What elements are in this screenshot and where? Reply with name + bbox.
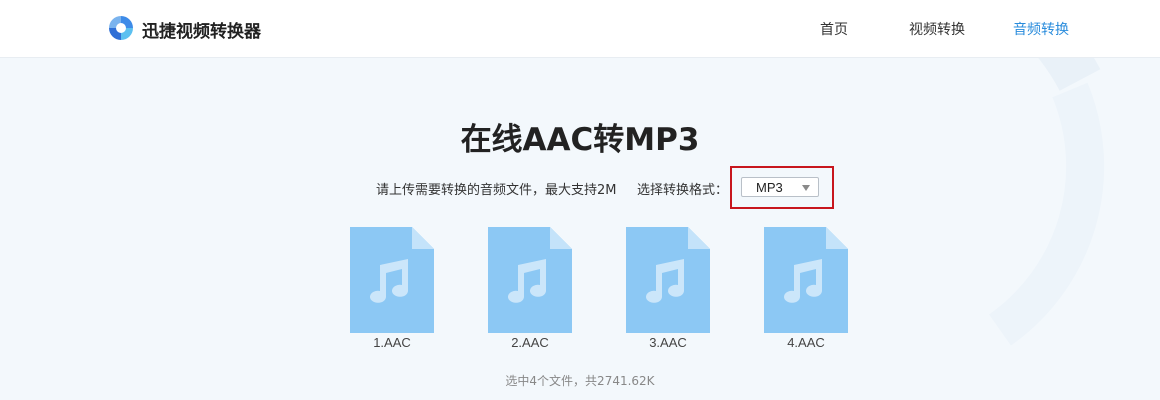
brand-logo-icon[interactable] (106, 13, 136, 43)
format-label: 选择转换格式： (637, 183, 729, 198)
file-name: 1.AAC (373, 335, 411, 350)
chevron-down-icon (802, 185, 810, 191)
file-name: 3.AAC (649, 335, 687, 350)
file-item[interactable]: 2.AAC (488, 227, 572, 350)
nav-home[interactable]: 首页 (820, 19, 848, 39)
background-decoration (682, 0, 1105, 346)
audio-file-icon (350, 227, 434, 333)
audio-file-icon (626, 227, 710, 333)
file-name: 4.AAC (787, 335, 825, 350)
top-navbar: 迅捷视频转换器 首页 视频转换 音频转换 (0, 0, 1160, 58)
file-item[interactable]: 3.AAC (626, 227, 710, 350)
selection-summary: 选中4个文件，共2741.62K (505, 374, 655, 388)
nav-video-convert[interactable]: 视频转换 (909, 19, 965, 39)
upload-hint: 请上传需要转换的音频文件，最大支持2M (376, 183, 617, 198)
file-item[interactable]: 4.AAC (764, 227, 848, 350)
brand-name[interactable]: 迅捷视频转换器 (142, 17, 261, 42)
file-item[interactable]: 1.AAC (350, 227, 434, 350)
nav-audio-convert[interactable]: 音频转换 (1013, 19, 1069, 39)
format-select[interactable]: MP3 (741, 177, 819, 197)
file-name: 2.AAC (511, 335, 549, 350)
audio-file-icon (764, 227, 848, 333)
page-title: 在线AAC转MP3 (460, 122, 700, 158)
format-select-value: MP3 (756, 180, 783, 195)
audio-file-icon (488, 227, 572, 333)
